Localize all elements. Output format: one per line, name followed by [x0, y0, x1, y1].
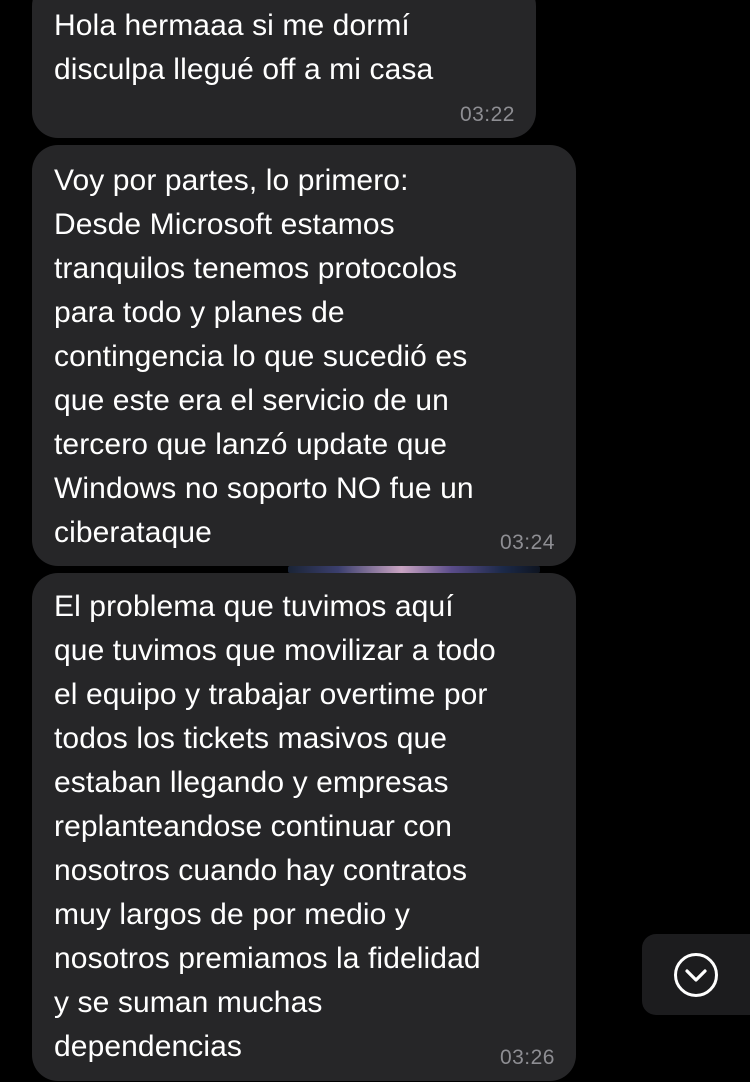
scroll-to-bottom-button[interactable] — [642, 934, 750, 1015]
message-text: El problema que tuvimos aquí que tuvimos… — [54, 590, 496, 1063]
message-text: Hola hermaaa si me dormí disculpa llegué… — [54, 9, 434, 86]
chevron-down-circle-icon — [674, 953, 718, 997]
message-bubble[interactable]: Voy por partes, lo primero: Desde Micros… — [32, 145, 576, 566]
message-timestamp: 03:26 — [499, 1046, 555, 1069]
message-timestamp: 03:22 — [459, 103, 515, 126]
message-bubble[interactable]: El problema que tuvimos aquí que tuvimos… — [32, 573, 576, 1081]
background-image-edge — [288, 566, 540, 573]
message-timestamp: 03:24 — [499, 531, 555, 554]
message-bubble[interactable]: Hola hermaaa si me dormí disculpa llegué… — [32, 0, 536, 138]
message-text: Voy por partes, lo primero: Desde Micros… — [54, 164, 474, 549]
